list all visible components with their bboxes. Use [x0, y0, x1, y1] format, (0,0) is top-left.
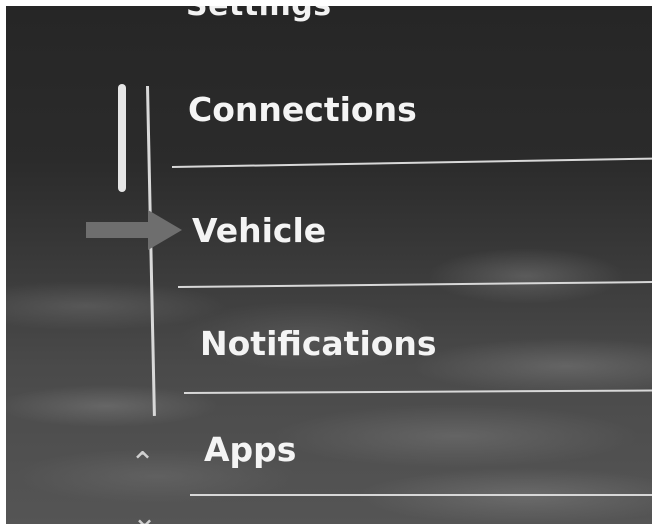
- scrollbar-thumb[interactable]: [118, 84, 126, 192]
- arrow-right-icon: [86, 210, 182, 250]
- chevron-up-icon[interactable]: ⌃: [130, 446, 155, 481]
- divider: [171, 157, 652, 168]
- scrollbar-track[interactable]: [146, 85, 156, 416]
- menu-item-vehicle[interactable]: Vehicle: [192, 211, 326, 250]
- divider: [183, 389, 652, 394]
- page-title: Settings: [186, 6, 332, 23]
- menu-item-apps[interactable]: Apps: [204, 430, 296, 469]
- divider: [177, 280, 652, 288]
- menu-item-notifications[interactable]: Notifications: [200, 324, 437, 363]
- chevron-down-icon[interactable]: ⌄: [132, 500, 157, 524]
- settings-screen: Settings Connections Vehicle Notificatio…: [6, 6, 652, 524]
- menu-item-connections[interactable]: Connections: [188, 90, 417, 129]
- divider: [190, 494, 652, 496]
